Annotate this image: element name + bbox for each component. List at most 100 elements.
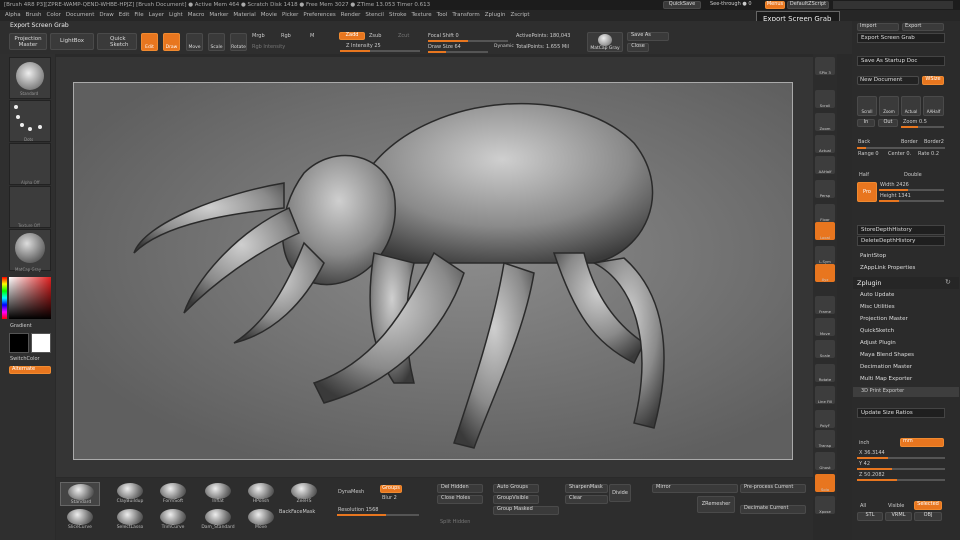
stl-button[interactable]: STL: [857, 512, 883, 521]
document-canvas[interactable]: [73, 82, 793, 460]
border2-button[interactable]: Border2: [924, 139, 944, 145]
export-button[interactable]: Export: [902, 23, 944, 31]
m-button[interactable]: M: [310, 33, 314, 39]
zsub-button[interactable]: Zsub: [369, 33, 381, 39]
brush-slicecurve[interactable]: SliceCurve: [60, 508, 100, 532]
plugin-item[interactable]: Decimation Master: [860, 364, 912, 370]
save-as-button[interactable]: Save As: [627, 32, 669, 41]
width-slider[interactable]: Width 2426: [880, 182, 909, 188]
quick-sketch-button[interactable]: Quick Sketch: [97, 33, 137, 50]
dynamic-button[interactable]: Dynamic: [494, 44, 514, 49]
x-size-track[interactable]: [857, 457, 945, 459]
close-holes-button[interactable]: Close Holes: [437, 495, 483, 504]
inch-button[interactable]: inch: [859, 440, 869, 446]
zoom-in-button[interactable]: In: [857, 119, 875, 127]
edit-button[interactable]: Edit: [141, 33, 158, 51]
menu-item-zplugin[interactable]: Zplugin: [485, 12, 506, 18]
sharpen-mask-button[interactable]: SharpenMask: [565, 484, 608, 493]
mm-button[interactable]: mm: [900, 438, 944, 447]
move-button[interactable]: Move: [186, 33, 203, 51]
matcap-button[interactable]: MatCap Gray: [587, 32, 623, 52]
menu-item-material[interactable]: Material: [233, 12, 255, 18]
focal-shift-slider[interactable]: Focal Shift 0: [428, 33, 459, 39]
menu-item-edit[interactable]: Edit: [119, 12, 130, 18]
tool-local[interactable]: Local: [815, 222, 835, 240]
selected-button[interactable]: Selected: [914, 501, 942, 510]
stroke-thumbnail[interactable]: [9, 100, 51, 142]
tool-scale[interactable]: Scale: [815, 340, 835, 358]
plugin-item[interactable]: Projection Master: [860, 316, 908, 322]
menu-item-stroke[interactable]: Stroke: [389, 12, 407, 18]
brush-dam-standard[interactable]: Dam_Standard: [198, 508, 238, 532]
vrml-button[interactable]: VRML: [885, 512, 912, 521]
group-masked-button[interactable]: Group Masked: [493, 506, 559, 515]
half-button[interactable]: Half: [859, 172, 869, 178]
z-intensity-track[interactable]: [340, 50, 420, 52]
delete-depth-history-button[interactable]: DeleteDepthHistory: [857, 236, 945, 246]
scroll-button[interactable]: Scroll: [857, 96, 877, 116]
plugin-item[interactable]: Misc Utilities: [860, 304, 895, 310]
blur-slider[interactable]: Blur 2: [382, 495, 397, 501]
resolution-slider[interactable]: Resolution 1568: [338, 507, 378, 513]
export-screen-grab-button[interactable]: Export Screen Grab: [857, 33, 945, 43]
tool-aahalf[interactable]: AAHalf: [815, 156, 835, 174]
menu-item-marker[interactable]: Marker: [209, 12, 228, 18]
brush-selectlasso[interactable]: SelectLasso: [110, 508, 150, 532]
color-picker[interactable]: [9, 277, 51, 319]
all-button[interactable]: All: [860, 503, 866, 509]
color-track[interactable]: [857, 147, 945, 149]
tool-polyf[interactable]: PolyF: [815, 410, 835, 428]
lightbox-button[interactable]: LightBox: [50, 33, 94, 50]
brush-claybuildup[interactable]: ClayBuildup: [110, 482, 150, 506]
draw-size-slider[interactable]: Draw Size 64: [428, 44, 461, 50]
menu-item-tool[interactable]: Tool: [437, 12, 448, 18]
plugin-item[interactable]: Auto Update: [860, 292, 894, 298]
menu-item-picker[interactable]: Picker: [282, 12, 298, 18]
tool-scroll[interactable]: Scroll: [815, 90, 835, 108]
border-button[interactable]: Border: [901, 139, 918, 145]
switch-color-button[interactable]: SwitchColor: [10, 356, 40, 362]
tool-l-sym[interactable]: L.Sym: [815, 246, 835, 264]
width-track[interactable]: [879, 189, 944, 191]
print-exporter-header[interactable]: 3D Print Exporter: [853, 387, 959, 397]
hue-strip[interactable]: [2, 277, 7, 319]
menu-item-macro[interactable]: Macro: [188, 12, 205, 18]
double-button[interactable]: Double: [904, 172, 922, 178]
menus-button[interactable]: Menus: [765, 1, 785, 9]
alternate-button[interactable]: Alternate: [9, 366, 51, 374]
draw-size-track[interactable]: [428, 51, 488, 53]
rgb-button[interactable]: Rgb: [281, 33, 291, 39]
zoom-slider[interactable]: Zoom 0.5: [903, 119, 927, 125]
store-depth-history-button[interactable]: StoreDepthHistory: [857, 225, 945, 235]
mrgb-button[interactable]: Mrgb: [252, 33, 265, 39]
center-slider[interactable]: Center 0.: [888, 151, 911, 157]
z-size-slider[interactable]: Z 50.2082: [859, 472, 885, 478]
paintstop-item[interactable]: PaintStop: [860, 253, 886, 259]
menu-item-file[interactable]: File: [134, 12, 143, 18]
main-color-swatch[interactable]: [9, 333, 29, 353]
y-size-slider[interactable]: Y 42: [859, 461, 870, 467]
zcut-button[interactable]: Zcut: [398, 33, 409, 39]
brush-move[interactable]: Move: [241, 508, 281, 532]
default-zscript-button[interactable]: DefaultZScript: [787, 1, 829, 9]
plugin-item[interactable]: QuickSketch: [860, 328, 894, 334]
plugin-item[interactable]: Multi Map Exporter: [860, 376, 912, 382]
zplugin-header[interactable]: Zplugin ↻: [853, 277, 959, 289]
tool-xyz[interactable]: Xyz: [815, 264, 835, 282]
brush-hpolish[interactable]: HPolish: [241, 482, 281, 506]
menu-item-layer[interactable]: Layer: [149, 12, 164, 18]
zoom-out-button[interactable]: Out: [878, 119, 898, 127]
new-document-button[interactable]: New Document: [857, 76, 919, 85]
draw-button[interactable]: Draw: [163, 33, 180, 51]
auto-groups-button[interactable]: Auto Groups: [493, 484, 539, 493]
divide-button[interactable]: Divide: [609, 484, 631, 502]
zapplink-item[interactable]: ZAppLink Properties: [860, 265, 915, 271]
plugin-item[interactable]: Maya Blend Shapes: [860, 352, 914, 358]
zadd-button[interactable]: Zadd: [339, 32, 365, 40]
aahalf-button[interactable]: AAHalf: [923, 96, 944, 116]
menu-item-light[interactable]: Light: [169, 12, 183, 18]
import-button[interactable]: Import: [857, 23, 899, 31]
menu-item-stencil[interactable]: Stencil: [365, 12, 384, 18]
tool-line-fill[interactable]: Line Fill: [815, 386, 835, 404]
tool-transp[interactable]: Transp: [815, 430, 835, 448]
